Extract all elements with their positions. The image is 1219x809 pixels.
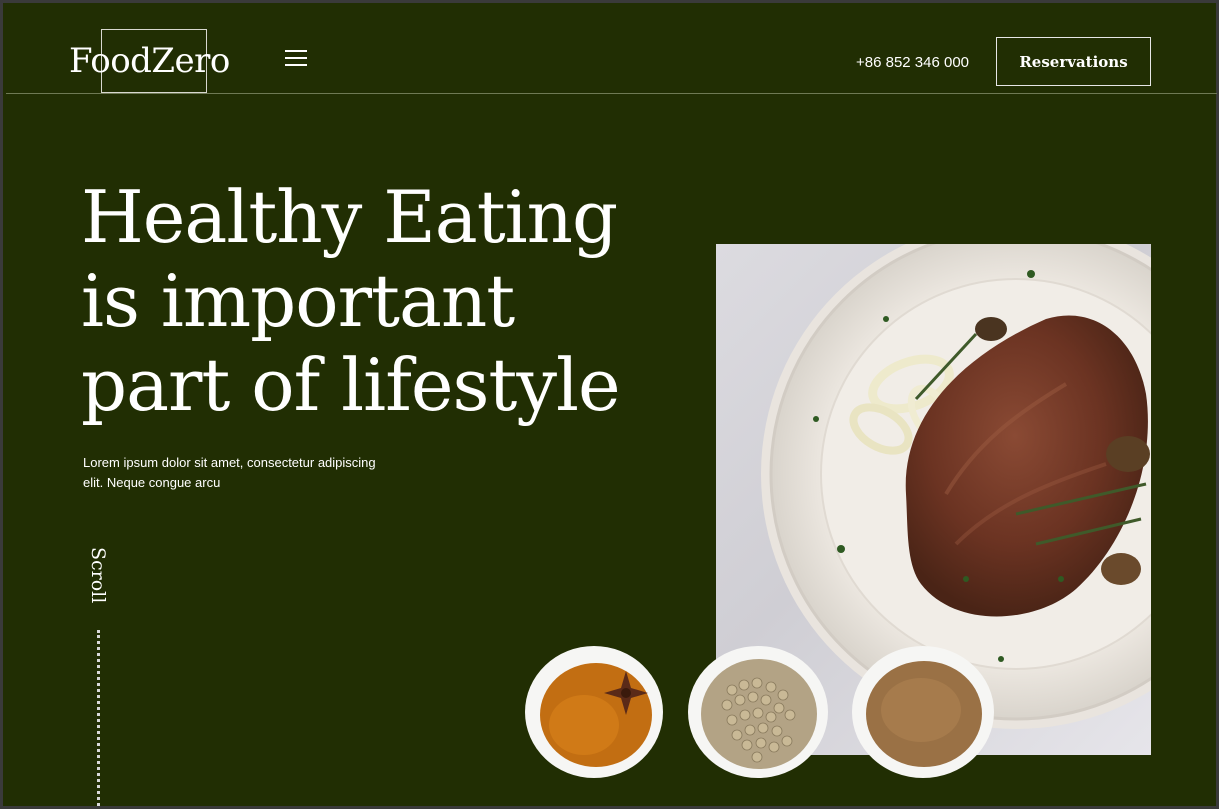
ground-spice-bowl-illustration	[852, 646, 994, 778]
logo[interactable]: FoodZero	[69, 41, 230, 81]
peppercorn-bowl	[687, 645, 829, 779]
hero-title-line: Healthy Eating	[81, 175, 618, 259]
hero-subtitle-line: Lorem ipsum dolor sit amet, consectetur …	[83, 455, 376, 470]
hero-title: Healthy Eating is important part of life…	[81, 175, 621, 427]
turmeric-star-anise-bowl	[524, 645, 664, 779]
hero-title-line: part of lifestyle	[81, 343, 621, 427]
turmeric-bowl-illustration	[525, 646, 663, 778]
reservations-button[interactable]: Reservations	[996, 37, 1151, 86]
hero-title-line: is important	[81, 259, 515, 343]
hero-subtitle: Lorem ipsum dolor sit amet, consectetur …	[83, 453, 403, 492]
peppercorn-bowl-illustration	[688, 646, 828, 778]
scroll-indicator-line	[97, 630, 100, 806]
site-header: FoodZero +86 852 346 000 Reservations	[6, 6, 1217, 94]
ground-spice-bowl	[851, 645, 995, 779]
hamburger-menu-icon[interactable]	[285, 50, 307, 68]
phone-number[interactable]: +86 852 346 000	[856, 54, 969, 71]
hero-subtitle-line: elit. Neque congue arcu	[83, 474, 221, 490]
scroll-label[interactable]: Scroll	[87, 547, 109, 603]
